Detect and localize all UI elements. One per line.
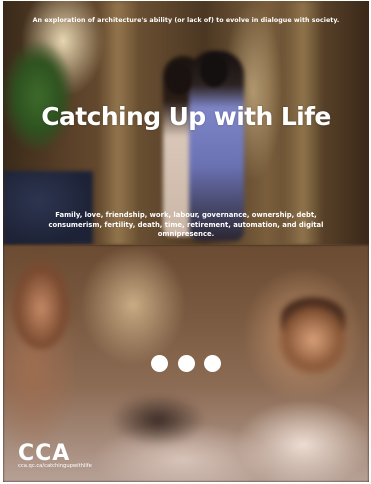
man-head [200,53,228,87]
url-link[interactable]: cca.qc.ca/catchingupwithlife [18,463,92,469]
dot-icon [151,354,168,372]
plant [3,41,73,151]
poster: An exploration of architecture's ability… [3,1,369,482]
ellipsis-dots-icon[interactable] [151,354,221,372]
person-center [113,395,203,445]
poster-title: Catching Up with Life [41,102,331,131]
dot-icon [204,354,221,372]
dot-icon [177,354,195,372]
woman-head [166,63,192,95]
person-right [278,305,348,375]
themes-list: Family, love, friendship, work, labour, … [48,211,324,239]
person-left [11,259,71,349]
tagline: An exploration of architecture's ability… [32,17,340,24]
